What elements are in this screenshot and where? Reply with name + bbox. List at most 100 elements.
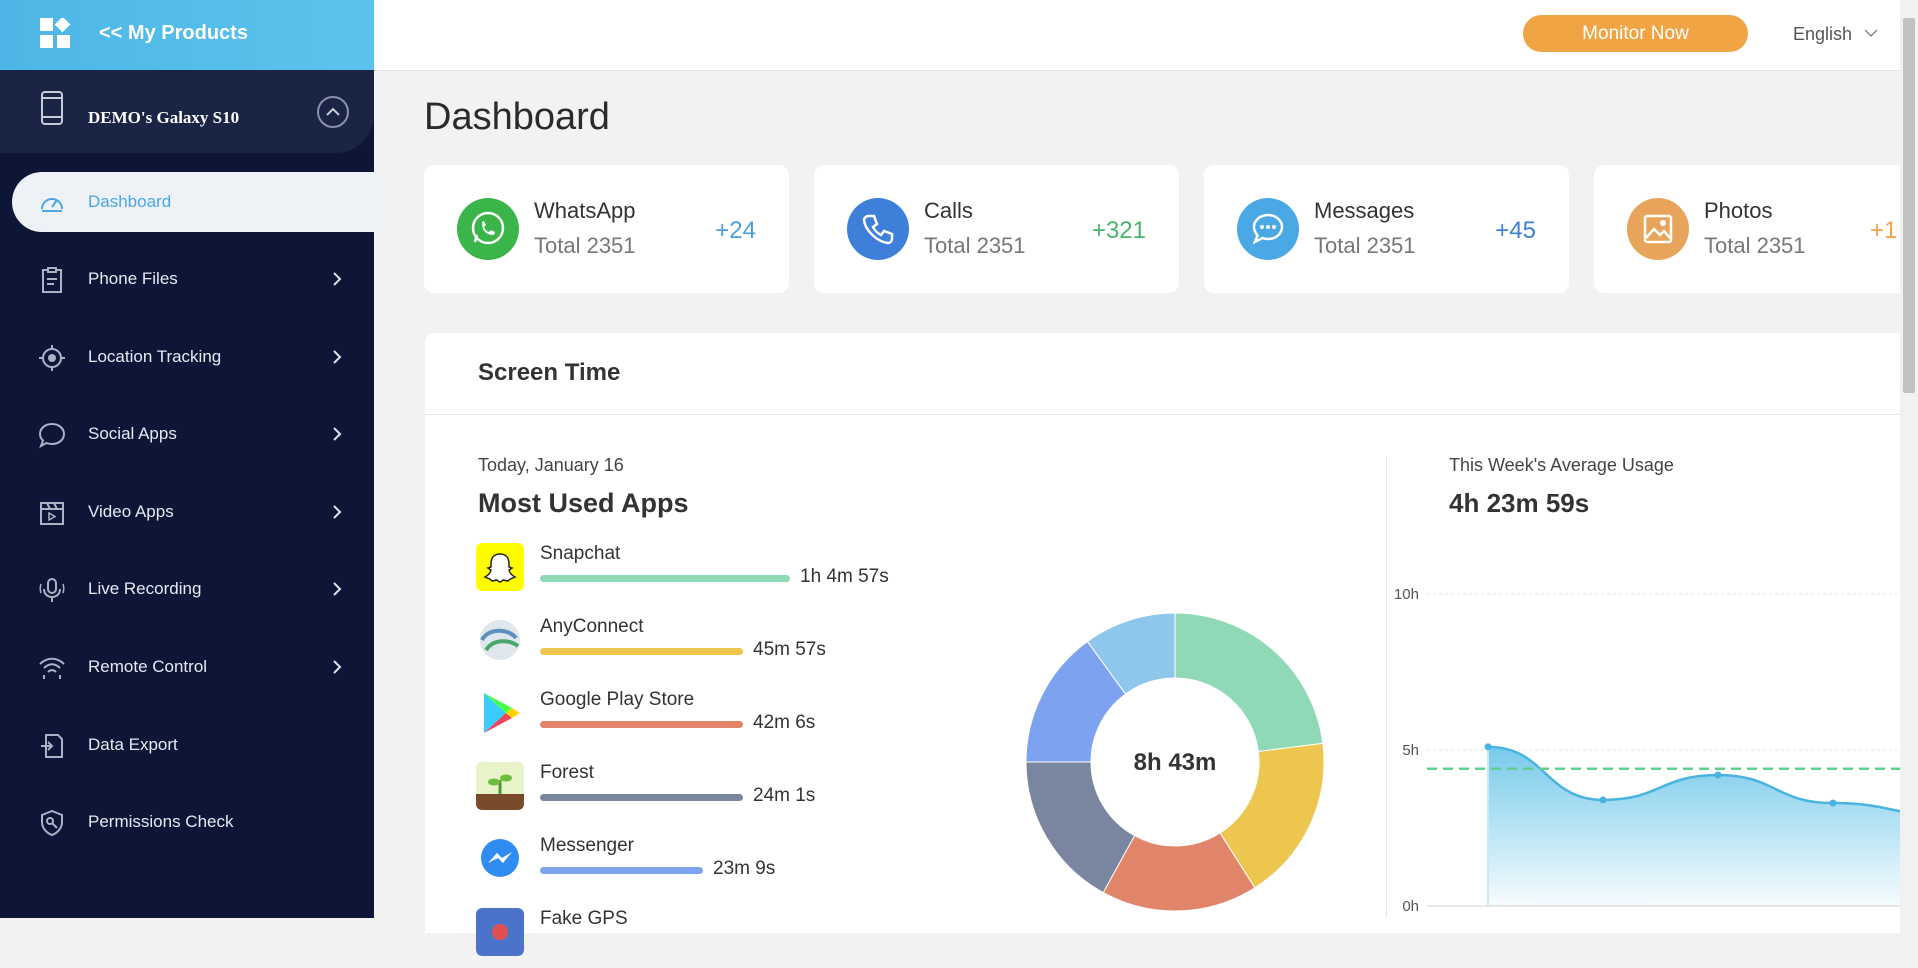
- app-name: AnyConnect: [540, 616, 644, 637]
- monitor-now-button[interactable]: Monitor Now: [1523, 15, 1748, 52]
- card-total: Total 2351: [1314, 233, 1416, 258]
- chevron-right-icon: [333, 350, 342, 364]
- usage-point[interactable]: [1714, 771, 1722, 779]
- sidebar-item-dashboard[interactable]: Dashboard: [12, 172, 382, 232]
- y-tick-label: 10h: [1394, 586, 1419, 603]
- sidebar-item-phone-files[interactable]: Phone Files: [0, 249, 374, 309]
- app-name: Fake GPS: [540, 908, 628, 929]
- chevron-right-icon: [333, 660, 342, 674]
- top-bar: Monitor Now English: [374, 0, 1900, 71]
- screen-time-title: Screen Time: [478, 359, 621, 386]
- fake-gps-icon: [476, 908, 524, 956]
- chevron-down-icon[interactable]: [1864, 28, 1878, 38]
- clapperboard-icon: [40, 502, 64, 525]
- app-usage-bar: [540, 867, 703, 874]
- language-selector[interactable]: English: [1793, 24, 1852, 45]
- my-products-label: << My Products: [99, 22, 248, 44]
- app-usage-time: 45m 57s: [753, 639, 826, 660]
- sidebar-item-data-export[interactable]: Data Export: [0, 715, 374, 775]
- stat-card-photos[interactable]: Photos Total 2351 +1: [1594, 165, 1900, 293]
- screen-time-donut-chart: 8h 43m: [1025, 612, 1325, 912]
- app-usage-time: 23m 9s: [713, 858, 776, 879]
- weekly-average-value: 4h 23m 59s: [1449, 488, 1590, 518]
- card-title: Calls: [924, 198, 973, 223]
- card-title: WhatsApp: [534, 198, 636, 223]
- sidebar-item-label: Phone Files: [88, 269, 178, 288]
- chevron-right-icon: [333, 427, 342, 441]
- chevron-up-icon: [326, 107, 340, 116]
- stat-card-messages[interactable]: Messages Total 2351 +45: [1204, 165, 1569, 293]
- card-title: Photos: [1704, 198, 1773, 223]
- gauge-icon: [41, 198, 63, 212]
- wifi-icon: [39, 657, 65, 679]
- app-usage-row: Messenger 23m 9s: [476, 835, 976, 895]
- weekly-usage-area-chart: 0h 5h 10h: [1394, 586, 1900, 915]
- app-usage-bar: [540, 721, 743, 728]
- card-delta: +321: [1091, 217, 1146, 244]
- chevron-right-icon: [333, 272, 342, 286]
- sidebar-item-label: Data Export: [88, 735, 178, 754]
- usage-point[interactable]: [1484, 743, 1492, 751]
- message-icon: [1237, 198, 1299, 260]
- card-delta: +1: [1870, 217, 1898, 244]
- screen-time-date: Today, January 16: [478, 455, 624, 475]
- y-tick-label: 5h: [1402, 742, 1419, 759]
- stat-card-calls[interactable]: Calls Total 2351 +321: [814, 165, 1179, 293]
- whatsapp-icon: [457, 198, 519, 260]
- card-total: Total 2351: [534, 233, 636, 258]
- sidebar-item-remote-control[interactable]: Remote Control: [0, 637, 374, 697]
- forest-icon: [476, 762, 524, 810]
- sidebar-item-permissions-check[interactable]: Permissions Check: [0, 792, 374, 852]
- crosshair-icon: [39, 345, 65, 371]
- sidebar-item-label: Video Apps: [88, 502, 174, 521]
- device-selector[interactable]: DEMO's Galaxy S10: [0, 70, 374, 153]
- donut-center-label: 8h 43m: [1134, 749, 1217, 776]
- app-usage-row: AnyConnect 45m 57s: [476, 616, 976, 676]
- chevron-right-icon: [333, 582, 342, 596]
- card-delta: +45: [1495, 217, 1536, 244]
- sidebar-item-live-recording[interactable]: Live Recording: [0, 559, 374, 619]
- screen-time-header: Screen Time: [425, 333, 1900, 415]
- phone-icon: [847, 198, 909, 260]
- page-scrollbar[interactable]: [1900, 0, 1918, 918]
- app-usage-bar: [540, 648, 743, 655]
- app-name: Google Play Store: [540, 689, 695, 710]
- sidebar-item-social-apps[interactable]: Social Apps: [0, 404, 374, 464]
- y-tick-label: 0h: [1402, 898, 1419, 915]
- smartphone-icon: [41, 91, 63, 125]
- app-usage-time: 24m 1s: [753, 785, 816, 806]
- most-used-apps-title: Most Used Apps: [478, 488, 689, 518]
- page-title: Dashboard: [424, 96, 610, 138]
- app-name: Snapchat: [540, 543, 621, 564]
- card-delta: +24: [715, 217, 756, 244]
- stat-card-whatsapp[interactable]: WhatsApp Total 2351 +24: [424, 165, 789, 293]
- weekly-average-label: This Week's Average Usage: [1449, 455, 1674, 475]
- app-usage-row: Forest 24m 1s: [476, 762, 976, 822]
- app-usage-row: Snapchat 1h 4m 57s: [476, 543, 976, 603]
- shield-key-icon: [41, 809, 63, 837]
- sidebar-item-location-tracking[interactable]: Location Tracking: [0, 327, 374, 387]
- sidebar-item-label: Remote Control: [88, 657, 208, 676]
- app-usage-row: Google Play Store 42m 6s: [476, 689, 976, 749]
- usage-point[interactable]: [1599, 796, 1607, 804]
- scrollbar-thumb[interactable]: [1903, 18, 1915, 393]
- device-name: DEMO's Galaxy S10: [88, 108, 240, 127]
- app-usage-time: 42m 6s: [753, 712, 816, 733]
- app-usage-bar: [540, 794, 743, 801]
- my-products-link[interactable]: << My Products: [0, 0, 374, 70]
- microphone-icon: [39, 578, 65, 602]
- sidebar-item-label: Location Tracking: [88, 347, 222, 366]
- usage-point[interactable]: [1829, 799, 1837, 807]
- collapse-device-button[interactable]: [317, 96, 349, 128]
- sidebar-item-label: Dashboard: [88, 192, 172, 211]
- export-file-icon: [41, 734, 63, 758]
- sidebar-item-video-apps[interactable]: Video Apps: [0, 482, 374, 542]
- chevron-right-icon: [333, 505, 342, 519]
- card-title: Messages: [1314, 198, 1415, 223]
- card-total: Total 2351: [924, 233, 1026, 258]
- clipboard-icon: [42, 267, 62, 293]
- chat-bubble-icon: [38, 422, 66, 449]
- usage-area: [1488, 746, 1900, 906]
- donut-slice-snapchat[interactable]: [1174, 612, 1324, 753]
- play-store-icon: [484, 693, 520, 733]
